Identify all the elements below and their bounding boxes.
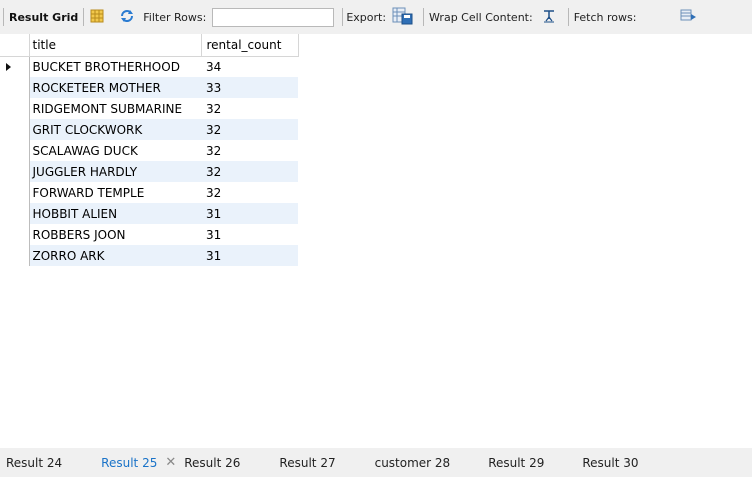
tab-result-30[interactable]: Result 30 xyxy=(582,456,638,470)
cell-title[interactable]: ROBBERS JOON xyxy=(29,224,201,245)
table-row[interactable]: ROCKETEER MOTHER 33 xyxy=(0,77,298,98)
row-indicator xyxy=(0,161,30,182)
toolbar-separator xyxy=(423,8,425,26)
tab-customer-28[interactable]: customer 28 xyxy=(375,456,451,470)
row-indicator xyxy=(0,119,30,140)
grid-header-row: title rental_count xyxy=(0,34,299,57)
toolbar-separator xyxy=(3,8,4,26)
row-indicator xyxy=(0,77,30,98)
cell-rental-count[interactable]: 32 xyxy=(201,161,298,182)
cell-rental-count[interactable]: 32 xyxy=(201,119,298,140)
toolbar-separator xyxy=(83,8,85,26)
column-header-title[interactable]: title xyxy=(29,34,202,57)
column-header-rental-count[interactable]: rental_count xyxy=(201,34,299,57)
tab-label: Result 26 xyxy=(184,455,241,470)
cell-title[interactable]: BUCKET BROTHERHOOD xyxy=(29,56,201,77)
tab-label: Result 29 xyxy=(488,455,545,470)
cell-title[interactable]: ZORRO ARK xyxy=(29,245,201,266)
row-indicator xyxy=(0,203,30,224)
cell-title[interactable]: GRIT CLOCKWORK xyxy=(29,119,201,140)
row-indicator xyxy=(0,182,30,203)
cell-rental-count[interactable]: 31 xyxy=(201,203,298,224)
tab-result-24[interactable]: Result 24 xyxy=(6,456,62,470)
row-indicator xyxy=(0,56,30,77)
toolbar-separator xyxy=(567,8,569,26)
result-grid-table: title rental_count BUCKET BROTHERHOOD 34… xyxy=(0,34,299,266)
table-row[interactable]: BUCKET BROTHERHOOD 34 xyxy=(0,56,298,77)
table-row[interactable]: SCALAWAG DUCK 32 xyxy=(0,140,298,161)
row-indicator xyxy=(0,98,30,119)
cell-title[interactable]: HOBBIT ALIEN xyxy=(29,203,201,224)
cell-rental-count[interactable]: 34 xyxy=(201,56,298,77)
row-indicator xyxy=(0,224,30,245)
close-icon[interactable]: ✕ xyxy=(165,455,176,470)
cell-rental-count[interactable]: 31 xyxy=(201,224,298,245)
refresh-icon[interactable] xyxy=(119,8,135,27)
current-row-arrow-icon xyxy=(6,62,11,71)
row-indicator-header xyxy=(0,34,30,57)
row-indicator xyxy=(0,140,30,161)
cell-rental-count[interactable]: 32 xyxy=(201,140,298,161)
tab-label: Result 24 xyxy=(6,455,63,470)
cell-title[interactable]: JUGGLER HARDLY xyxy=(29,161,201,182)
tab-result-29[interactable]: Result 29 xyxy=(488,456,544,470)
filter-rows-label: Filter Rows: xyxy=(143,10,207,24)
tab-result-25[interactable]: Result 25 ✕ xyxy=(101,455,176,470)
cell-rental-count[interactable]: 31 xyxy=(201,245,298,266)
table-row[interactable]: RIDGEMONT SUBMARINE 32 xyxy=(0,98,298,119)
result-tabs-bar: Result 24 Result 25 ✕ Result 26 Result 27… xyxy=(0,448,752,477)
tab-label: Result 25 xyxy=(101,455,158,470)
fetch-rows-label: Fetch rows: xyxy=(573,10,637,24)
tab-label: Result 27 xyxy=(279,455,336,470)
filter-rows-input[interactable] xyxy=(212,7,335,27)
table-row[interactable]: ZORRO ARK 31 xyxy=(0,245,298,266)
result-toolbar: Result Grid Filter Rows: Export: Wrap Ce… xyxy=(0,0,752,34)
tab-result-26[interactable]: Result 26 xyxy=(184,456,240,470)
tab-label: Result 30 xyxy=(582,455,639,470)
cell-title[interactable]: ROCKETEER MOTHER xyxy=(29,77,201,98)
cell-rental-count[interactable]: 32 xyxy=(201,98,298,119)
wrap-cell-icon[interactable] xyxy=(541,8,557,27)
fetch-next-icon[interactable] xyxy=(680,8,698,27)
table-row[interactable]: JUGGLER HARDLY 32 xyxy=(0,161,298,182)
cell-title[interactable]: SCALAWAG DUCK xyxy=(29,140,201,161)
table-row[interactable]: FORWARD TEMPLE 32 xyxy=(0,182,298,203)
table-row[interactable]: GRIT CLOCKWORK 32 xyxy=(0,119,298,140)
row-indicator xyxy=(0,245,30,266)
cell-rental-count[interactable]: 33 xyxy=(201,77,298,98)
export-label: Export: xyxy=(346,10,387,24)
tab-result-27[interactable]: Result 27 xyxy=(279,456,335,470)
cell-title[interactable]: FORWARD TEMPLE xyxy=(29,182,201,203)
wrap-cell-label: Wrap Cell Content: xyxy=(429,10,533,24)
cell-rental-count[interactable]: 32 xyxy=(201,182,298,203)
cell-title[interactable]: RIDGEMONT SUBMARINE xyxy=(29,98,201,119)
table-row[interactable]: ROBBERS JOON 31 xyxy=(0,224,298,245)
tab-label: customer 28 xyxy=(374,455,451,470)
table-row[interactable]: HOBBIT ALIEN 31 xyxy=(0,203,298,224)
toolbar-separator xyxy=(342,8,344,26)
result-grid-label[interactable]: Result Grid xyxy=(9,11,78,24)
grid-view-icon[interactable] xyxy=(89,8,105,27)
export-icon[interactable] xyxy=(392,7,414,28)
